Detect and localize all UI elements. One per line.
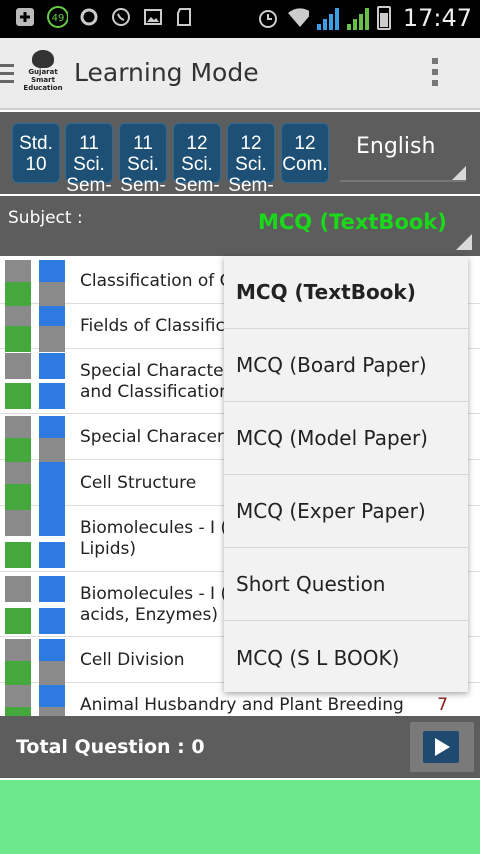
list-item-count: 7 [437,695,448,715]
dropdown-option-mcq-textbook[interactable]: MCQ (TextBook) [224,256,468,329]
image-icon [142,6,164,28]
dropdown-option-mcq-exper-paper[interactable]: MCQ (Exper Paper) [224,475,468,548]
language-value: English [356,134,436,159]
ad-banner[interactable] [0,780,480,854]
alarm-icon [257,7,279,29]
subject-spinner[interactable]: MCQ (TextBook) [258,210,447,234]
subject-dropdown: MCQ (TextBook) MCQ (Board Paper) MCQ (Mo… [224,256,468,692]
signal-icon [316,6,339,30]
list-item-label: Special Characers [80,427,233,447]
subject-label: Subject : [8,208,83,228]
signal-icon-2 [346,6,369,30]
subject-bar: Subject : MCQ (TextBook) [0,196,480,256]
puzzle-icon [5,306,67,352]
plus-box-icon [14,6,36,28]
puzzle-icon [5,639,67,687]
page-title: Learning Mode [74,58,259,87]
12-sci-sem2-button[interactable]: 12 Sci.Sem-2 [227,123,275,217]
standard-selector-bar: Std.10 11 Sci.Sem-1 11 Sci.Sem-2 12 Sci.… [0,112,480,217]
11-sci-sem1-button[interactable]: 11 Sci.Sem-1 [65,123,113,217]
puzzle-icon [5,462,67,510]
puzzle-icon [5,416,67,464]
list-item-label: Cell Structure [80,473,197,493]
puzzle-icon [5,260,67,308]
play-icon [423,731,459,763]
app-logo[interactable]: Gujarat Smart Education [20,48,66,98]
puzzle-icon [5,353,67,409]
total-questions: Total Question : 0 [16,736,205,758]
11-sci-sem2-button[interactable]: 11 Sci.Sem-2 [119,123,167,217]
wifi-icon [287,7,309,29]
dropdown-option-mcq-board-paper[interactable]: MCQ (Board Paper) [224,329,468,402]
overflow-menu-icon[interactable] [432,58,440,91]
circle-icon [78,6,100,28]
list-item-label: Fields of Classific [80,316,225,336]
language-spinner[interactable]: English [340,132,466,182]
list-item-label: Special Character and Classification [80,361,231,402]
list-item-label: Biomolecules - I ( Lipids) [80,518,227,559]
12-com-button[interactable]: 12 Com. [281,123,329,183]
puzzle-icon [5,576,67,634]
whatsapp-icon [110,6,132,28]
puzzle-icon [5,685,67,716]
clock: 17:47 [402,4,472,32]
status-bar: 49 17:47 [0,0,480,38]
dropdown-arrow-icon [456,234,472,250]
dropdown-option-short-question[interactable]: Short Question [224,548,468,621]
list-item-label: Classification of C [80,271,232,291]
list-item-label: Cell Division [80,650,185,670]
menu-icon[interactable] [0,64,14,88]
footer-bar: Total Question : 0 [0,716,480,778]
svg-text:49: 49 [52,13,65,24]
12-sci-sem1-button[interactable]: 12 Sci.Sem-1 [173,123,221,217]
dropdown-option-mcq-model-paper[interactable]: MCQ (Model Paper) [224,402,468,475]
std-10-button[interactable]: Std. 10 [12,123,60,183]
play-button[interactable] [410,722,474,772]
list-item-label: Animal Husbandry and Plant Breeding [80,695,404,715]
dropdown-option-mcq-sl-book[interactable]: MCQ (S L BOOK) [224,621,468,694]
puzzle-icon [5,510,67,568]
badge-count-icon: 49 [46,6,68,28]
list-item-label: Biomolecules - I ( acids, Enzymes) [80,584,227,625]
app-bar: Gujarat Smart Education Learning Mode [0,38,480,110]
sd-card-icon [174,6,196,28]
battery-icon [376,6,391,30]
